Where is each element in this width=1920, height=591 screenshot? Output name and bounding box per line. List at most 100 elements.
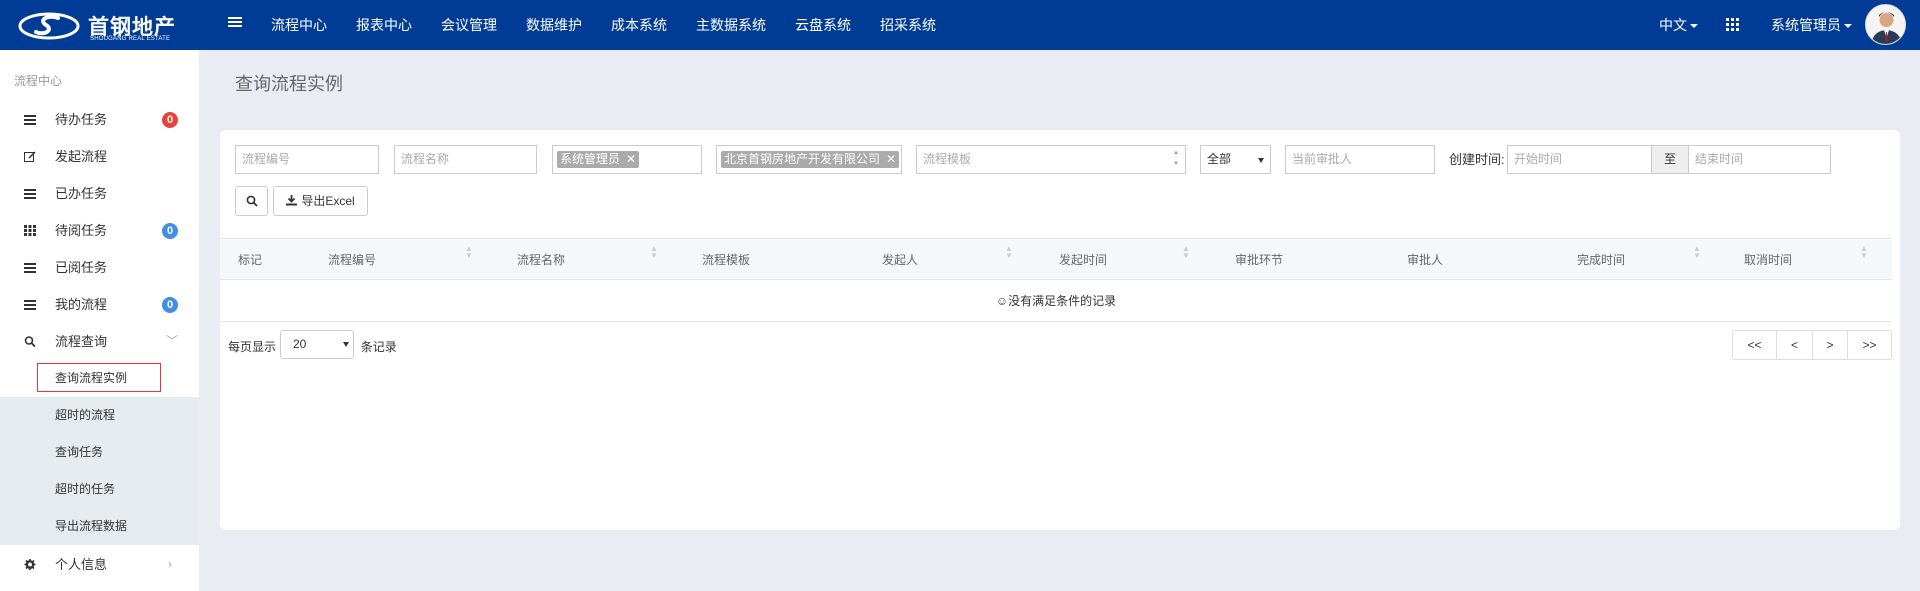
sidebar-item-read[interactable]: 已阅任务 — [0, 249, 199, 286]
sidebar-item-label: 流程查询 — [55, 334, 108, 349]
user-dropdown[interactable]: 系统管理员 — [1771, 0, 1852, 50]
last-page-button[interactable]: >> — [1847, 330, 1892, 360]
shougang-logo-icon — [18, 12, 80, 40]
remove-tag-icon[interactable]: ✕ — [886, 152, 896, 166]
column-header-initiator[interactable]: 发起人 — [882, 239, 918, 281]
column-header-process-name[interactable]: 流程名称 — [517, 239, 565, 281]
date-range-separator: 至 — [1652, 145, 1688, 174]
edit-icon — [24, 151, 36, 162]
end-time-input[interactable]: 结束时间 — [1688, 145, 1831, 174]
prev-page-button[interactable]: < — [1776, 330, 1813, 360]
sidebar: 流程中心 待办任务 0 发起流程 已办任务 待阅任务 0 已阅任务 我的流程 0… — [0, 50, 199, 591]
page-size-select[interactable]: 20 — [280, 330, 354, 359]
company-tag-label: 北京首钢房地产开发有限公司 — [724, 152, 881, 166]
search-button[interactable] — [235, 186, 268, 216]
column-header-approval-step: 审批环节 — [1235, 253, 1284, 267]
export-excel-button[interactable]: 导出Excel — [273, 186, 368, 216]
nav-item-data-maintenance[interactable]: 数据维护 — [526, 0, 582, 50]
nav-item-cost-system[interactable]: 成本系统 — [611, 0, 667, 50]
initiator-tag-label: 系统管理员 — [560, 152, 621, 166]
nav-item-meeting[interactable]: 会议管理 — [441, 0, 497, 50]
todo-count-badge: 0 — [162, 112, 178, 128]
template-select[interactable]: 流程模板 ▲ ▼ — [916, 145, 1186, 174]
sidebar-item-label: 发起流程 — [55, 149, 108, 164]
sort-icon[interactable]: ▲ ▼ — [1693, 245, 1701, 260]
start-time-input[interactable]: 开始时间 — [1507, 145, 1652, 174]
sidebar-item-to-read[interactable]: 待阅任务 0 — [0, 212, 199, 249]
brand-subtitle: SHOUGANG REAL ESTATE — [90, 36, 171, 42]
chevron-right-icon: › — [168, 557, 172, 571]
language-dropdown[interactable]: 中文 — [1659, 0, 1698, 50]
column-header-start-time[interactable]: 发起时间 — [1059, 239, 1107, 281]
sidebar-item-personal-info[interactable]: 个人信息 › — [0, 546, 199, 583]
sort-icon[interactable]: ▲ ▼ — [1005, 245, 1013, 260]
submenu-item-label: 查询任务 — [55, 445, 104, 459]
status-select[interactable]: 全部 — [1200, 145, 1271, 174]
export-excel-label: 导出Excel — [301, 194, 355, 208]
nav-item-process-center[interactable]: 流程中心 — [271, 0, 327, 50]
submenu-item-timeout-process[interactable]: 超时的流程 — [0, 397, 199, 434]
sort-icon[interactable]: ▲ ▼ — [650, 245, 658, 260]
sidebar-item-label: 我的流程 — [55, 297, 108, 312]
remove-tag-icon[interactable]: ✕ — [626, 152, 636, 166]
page-title: 查询流程实例 — [235, 74, 343, 94]
process-query-submenu: 查询流程实例 超时的流程 查询任务 超时的任务 导出流程数据 — [0, 360, 199, 545]
sidebar-item-start-process[interactable]: 发起流程 — [0, 138, 199, 175]
list-icon — [24, 300, 36, 310]
search-icon — [24, 336, 36, 347]
initiator-select[interactable]: 系统管理员 ✕ — [552, 145, 702, 174]
sidebar-item-todo[interactable]: 待办任务 0 — [0, 101, 199, 138]
submenu-item-query-instance[interactable]: 查询流程实例 — [0, 360, 199, 397]
company-tag: 北京首钢房地产开发有限公司 ✕ — [721, 151, 900, 168]
brand-logo[interactable]: 首钢地产 SHOUGANG REAL ESTATE — [18, 8, 188, 42]
column-header-mark: 标记 — [238, 253, 263, 267]
nav-item-cloud-disk[interactable]: 云盘系统 — [795, 0, 851, 50]
sidebar-item-process-query[interactable]: 流程查询 ﹀ — [0, 323, 199, 360]
grid-icon — [24, 225, 36, 236]
dropdown-arrow-icon — [1258, 158, 1264, 163]
initiator-tag: 系统管理员 ✕ — [557, 151, 640, 168]
to-read-count-badge: 0 — [162, 223, 178, 239]
submenu-item-export-data[interactable]: 导出流程数据 — [0, 508, 199, 545]
sidebar-item-label: 待办任务 — [55, 112, 108, 127]
list-icon — [24, 263, 36, 273]
submenu-item-timeout-task[interactable]: 超时的任务 — [0, 471, 199, 508]
current-approver-input[interactable]: 当前审批人 — [1285, 145, 1435, 174]
process-no-input[interactable]: 流程编号 — [235, 145, 379, 174]
nav-item-report-center[interactable]: 报表中心 — [356, 0, 412, 50]
column-header-cancel-time[interactable]: 取消时间 — [1744, 239, 1792, 281]
highlight-box — [37, 363, 161, 392]
column-header-process-no[interactable]: 流程编号 — [328, 239, 376, 281]
column-header-template: 流程模板 — [702, 253, 751, 267]
sort-icon[interactable]: ▲ ▼ — [1860, 245, 1868, 260]
apps-grid-icon[interactable] — [1726, 18, 1739, 31]
query-card: 流程编号 流程名称 系统管理员 ✕ 北京首钢房地产开发有限公司 ✕ 流程模板 ▲ ▼ … — [220, 130, 1900, 530]
sidebar-item-label: 个人信息 — [55, 557, 108, 572]
menu-toggle-icon[interactable] — [228, 17, 242, 29]
sidebar-item-label: 已阅任务 — [55, 260, 108, 275]
first-page-button[interactable]: << — [1732, 330, 1777, 360]
template-placeholder: 流程模板 — [923, 152, 972, 166]
sidebar-item-done[interactable]: 已办任务 — [0, 175, 199, 212]
language-label: 中文 — [1659, 17, 1687, 33]
page-size-value: 20 — [293, 337, 307, 351]
download-icon — [286, 195, 298, 206]
nav-item-master-data[interactable]: 主数据系统 — [696, 0, 766, 50]
table-empty-row: ☺没有满足条件的记录 — [220, 280, 1892, 322]
sidebar-item-my-process[interactable]: 我的流程 0 — [0, 286, 199, 323]
sort-icon[interactable]: ▲ ▼ — [1182, 245, 1190, 260]
chevron-down-icon: ﹀ — [166, 334, 179, 348]
sidebar-item-label: 已办任务 — [55, 186, 108, 201]
caret-down-icon — [1690, 24, 1698, 29]
company-select[interactable]: 北京首钢房地产开发有限公司 ✕ — [716, 145, 902, 174]
nav-item-procurement[interactable]: 招采系统 — [880, 0, 936, 50]
per-page-label: 每页显示 — [228, 340, 277, 354]
avatar[interactable] — [1865, 4, 1906, 45]
submenu-item-query-task[interactable]: 查询任务 — [0, 434, 199, 471]
spinner-arrows-icon[interactable]: ▲ ▼ — [1173, 148, 1183, 170]
search-icon — [246, 195, 258, 207]
process-name-input[interactable]: 流程名称 — [394, 145, 537, 174]
column-header-finish-time[interactable]: 完成时间 — [1577, 239, 1625, 281]
next-page-button[interactable]: > — [1812, 330, 1848, 360]
sort-icon[interactable]: ▲ ▼ — [465, 245, 473, 260]
